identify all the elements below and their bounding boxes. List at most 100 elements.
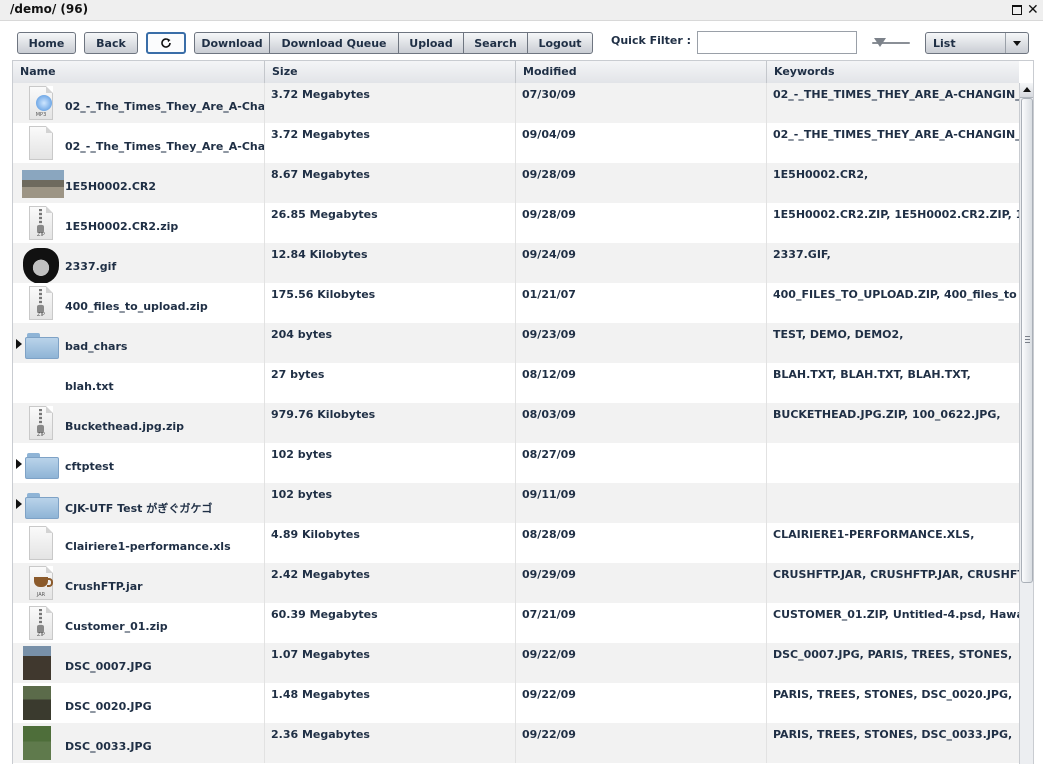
photo-thumbnail-1 (23, 646, 57, 680)
keywords-cell: BLAH.TXT, BLAH.TXT, BLAH.TXT, (773, 368, 971, 381)
name-cell[interactable]: 02_-_The_Times_They_Are_A-Changin (13, 123, 265, 163)
name-cell[interactable]: DSC_0020.JPG (13, 683, 265, 723)
table-row[interactable]: DSC_0007.JPG 1.07 Megabytes 09/22/09 DSC_00… (13, 643, 1019, 683)
refresh-icon (161, 38, 171, 48)
table-row[interactable]: ZIP 1E5H0002.CR2.zip 26.85 Megabytes 09/28/… (13, 203, 1019, 243)
file-name: blah.txt (65, 380, 114, 393)
name-cell[interactable]: DSC_0033.JPG (13, 723, 265, 763)
table-row[interactable]: ZIP Customer_01.zip 60.39 Megabytes 07/21/0… (13, 603, 1019, 643)
file-table: Name Size Modified Keywords MP3 02_-_The_… (12, 60, 1034, 764)
thumbnail-size-slider[interactable] (870, 36, 912, 50)
zip-file-icon: ZIP (23, 206, 57, 240)
table-row[interactable]: DSC_0033.JPG 2.36 Megabytes 09/22/09 PARIS,… (13, 723, 1019, 763)
size-cell: 12.84 Kilobytes (265, 243, 516, 283)
table-row[interactable]: blah.txt 27 bytes 08/12/09 BLAH.TXT, BLAH.T… (13, 363, 1019, 403)
modified-cell: 08/27/09 (516, 443, 767, 483)
download-queue-button[interactable]: Download Queue (269, 32, 399, 54)
table-row[interactable]: Clairiere1-performance.xls 4.89 Kilobytes… (13, 523, 1019, 563)
table-row[interactable]: DSC_0020.JPG 1.48 Megabytes 09/22/09 PARIS,… (13, 683, 1019, 723)
quick-filter-label: Quick Filter : (611, 34, 692, 47)
name-cell[interactable]: ZIP 1E5H0002.CR2.zip (13, 203, 265, 243)
table-row[interactable]: 2337.gif 12.84 Kilobytes 09/24/09 2337.GIF, (13, 243, 1019, 283)
folder-icon (23, 326, 59, 360)
table-row[interactable]: bad_chars 204 bytes 09/23/09 TEST, DEMO, DE… (13, 323, 1019, 363)
back-button[interactable]: Back (84, 32, 138, 54)
expand-arrow-icon[interactable] (16, 339, 22, 349)
upload-button[interactable]: Upload (398, 32, 464, 54)
keywords-cell (767, 483, 1019, 523)
keywords-cell (767, 443, 1019, 483)
file-icon (23, 126, 57, 160)
table-row[interactable]: 02_-_The_Times_They_Are_A-Changin3.72 Me… (13, 123, 1019, 163)
name-cell[interactable]: JAR CrushFTP.jar (13, 563, 265, 603)
slider-thumb[interactable] (874, 38, 886, 47)
table-row[interactable]: ZIP Buckethead.jpg.zip 979.76 Kilobytes 08/… (13, 403, 1019, 443)
table-row[interactable]: cftptest 102 bytes 08/27/09 (13, 443, 1019, 483)
size-cell: 102 bytes (265, 483, 516, 523)
vertical-scrollbar[interactable] (1019, 83, 1033, 764)
expand-arrow-icon[interactable] (16, 459, 22, 469)
view-mode-select[interactable]: List (925, 32, 1029, 54)
name-cell[interactable]: ZIP 400_files_to_upload.zip (13, 283, 265, 323)
file-name: bad_chars (65, 340, 128, 353)
modified-cell: 09/11/09 (516, 483, 767, 523)
name-cell[interactable]: cftptest (13, 443, 265, 483)
scrollbar-thumb[interactable] (1021, 98, 1033, 583)
column-header-size[interactable]: Size (265, 61, 516, 83)
file-name: DSC_0033.JPG (65, 740, 152, 753)
name-cell[interactable]: 1E5H0002.CR2 (13, 163, 265, 203)
name-cell[interactable]: Clairiere1-performance.xls (13, 523, 265, 563)
size-cell: 102 bytes (265, 443, 516, 483)
table-row[interactable]: 1E5H0002.CR2 8.67 Megabytes 09/28/09 1E5H00… (13, 163, 1019, 203)
size-cell: 60.39 Megabytes (265, 603, 516, 643)
keywords-cell: 02_-_THE_TIMES_THEY_ARE_A-CHANGIN_ (773, 88, 1019, 101)
quick-filter-input[interactable] (697, 31, 857, 54)
table-row[interactable]: MP3 02_-_The_Times_They_Are_A-Changin3.72… (13, 83, 1019, 123)
file-name: 400_files_to_upload.zip (65, 300, 208, 313)
download-button[interactable]: Download (194, 32, 270, 54)
maximize-icon[interactable] (1012, 5, 1022, 15)
name-cell[interactable]: ZIP Buckethead.jpg.zip (13, 403, 265, 443)
raiders-thumbnail (23, 246, 59, 283)
name-cell[interactable]: 2337.gif (13, 243, 265, 283)
column-header-modified[interactable]: Modified (516, 61, 767, 83)
name-cell[interactable]: MP3 02_-_The_Times_They_Are_A-Changin (13, 83, 265, 123)
zip-file-icon: ZIP (23, 286, 57, 320)
file-icon (23, 526, 57, 560)
window-title-bar: /demo/ (96) ✕ (0, 0, 1043, 21)
name-cell[interactable]: CJK-UTF Test がぎぐガケゴ (13, 483, 265, 523)
file-name: 02_-_The_Times_They_Are_A-Changin (65, 100, 265, 113)
size-cell: 1.07 Megabytes (265, 643, 516, 683)
size-cell: 204 bytes (265, 323, 516, 363)
expand-arrow-icon[interactable] (16, 499, 22, 509)
table-row[interactable]: CJK-UTF Test がぎぐガケゴ 102 bytes 09/11/09 (13, 483, 1019, 523)
file-name: 1E5H0002.CR2.zip (65, 220, 179, 233)
column-header-keywords[interactable]: Keywords (767, 61, 1019, 83)
scroll-up-arrow-icon[interactable] (1020, 83, 1033, 98)
modified-cell: 01/21/07 (516, 283, 767, 323)
close-icon[interactable]: ✕ (1027, 3, 1039, 17)
refresh-button[interactable] (146, 32, 186, 54)
keywords-cell: TEST, DEMO, DEMO2, (773, 328, 904, 341)
keywords-cell: 400_FILES_TO_UPLOAD.ZIP, 400_files_to (773, 288, 1017, 301)
modified-cell: 09/22/09 (516, 723, 767, 763)
file-name: DSC_0007.JPG (65, 660, 152, 673)
name-cell[interactable]: ZIP Customer_01.zip (13, 603, 265, 643)
name-cell[interactable]: DSC_0007.JPG (13, 643, 265, 683)
table-row[interactable]: JAR CrushFTP.jar 2.42 Megabytes 09/29/09 CRU… (13, 563, 1019, 603)
file-name: 2337.gif (65, 260, 117, 273)
view-mode-dropdown[interactable] (1005, 33, 1028, 53)
modified-cell: 09/29/09 (516, 563, 767, 603)
size-cell: 2.42 Megabytes (265, 563, 516, 603)
logout-button[interactable]: Logout (527, 32, 593, 54)
name-cell[interactable]: blah.txt (13, 363, 265, 403)
column-header-name[interactable]: Name (13, 61, 265, 83)
search-button[interactable]: Search (463, 32, 528, 54)
size-cell: 8.67 Megabytes (265, 163, 516, 203)
home-button[interactable]: Home (17, 32, 76, 54)
file-name: Clairiere1-performance.xls (65, 540, 231, 553)
file-name: CJK-UTF Test がぎぐガケゴ (65, 502, 213, 515)
keywords-cell: BUCKETHEAD.JPG.ZIP, 100_0622.JPG, (773, 408, 1001, 421)
table-row[interactable]: ZIP 400_files_to_upload.zip 175.56 Kilobyt… (13, 283, 1019, 323)
name-cell[interactable]: bad_chars (13, 323, 265, 363)
